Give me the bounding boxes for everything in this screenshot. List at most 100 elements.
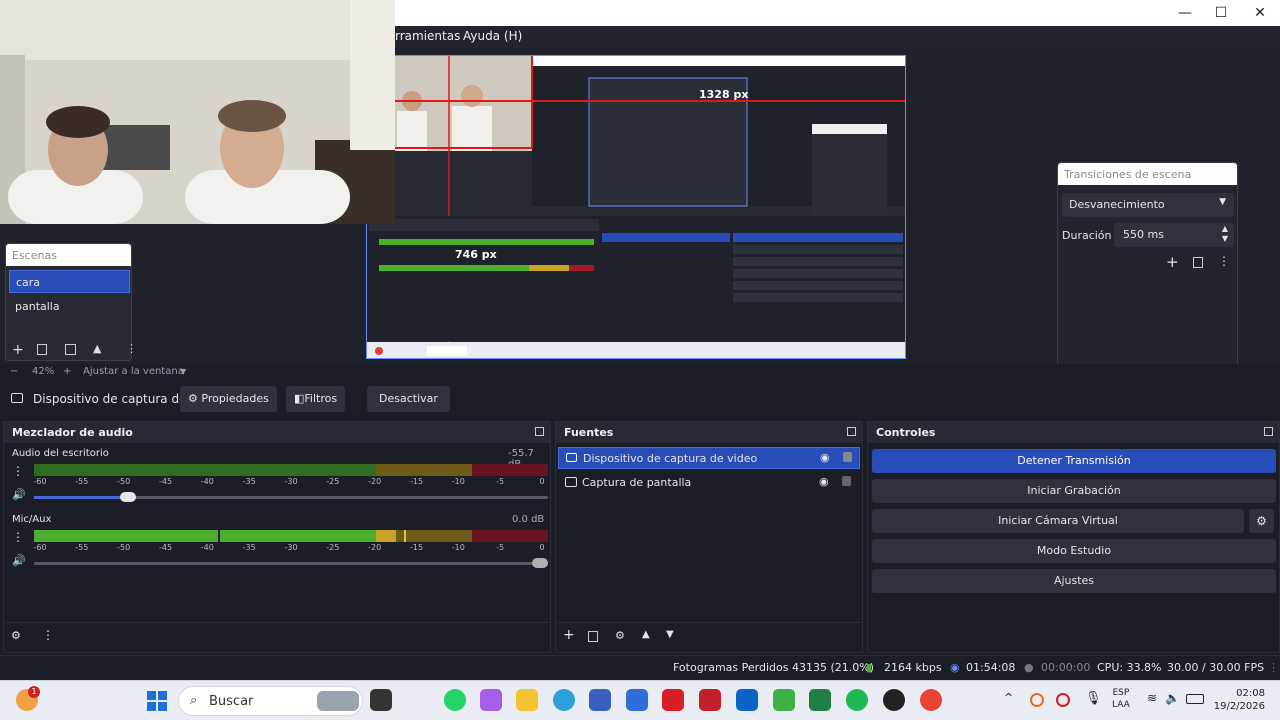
stepper-icon[interactable]: ▲ ▼ (1222, 224, 1228, 244)
mixer-menu-icon[interactable]: ⋮ (42, 628, 54, 642)
taskbar-search-box[interactable]: ⌕ Buscar (178, 686, 363, 716)
scene-item-pantalla[interactable]: pantalla (9, 295, 130, 318)
advanced-audio-icon[interactable]: ⚙ (11, 629, 21, 642)
undock-icon[interactable] (535, 427, 544, 436)
taskbar: 1 ⌕ Buscar ^ 🎙 ESP LAA ≋ 🔈 02:08 19/2/20… (0, 680, 1280, 720)
preview-canvas[interactable]: 1328 px 746 px (366, 55, 906, 359)
menu-help[interactable]: Ayuda (H) (463, 29, 522, 43)
outlook-icon[interactable] (736, 689, 758, 711)
audio-mixer-title: Mezclador de audio (4, 422, 550, 443)
settings-button[interactable]: Ajustes (872, 569, 1276, 593)
zoom-in-button[interactable]: + (63, 366, 71, 377)
tray-app2-icon[interactable] (1056, 693, 1070, 707)
app-icon[interactable] (589, 689, 611, 711)
volume-slider[interactable] (34, 492, 548, 502)
add-transition-icon[interactable]: + (1166, 253, 1179, 271)
edge-icon[interactable] (553, 689, 575, 711)
speaker-icon[interactable]: 🔊 (12, 488, 26, 501)
microphone-icon[interactable]: 🎙 (1085, 691, 1102, 706)
source-toolbar: Dispositivo de captura de v ⚙ Propiedade… (0, 381, 1280, 418)
deactivate-button[interactable]: Desactivar (367, 386, 450, 412)
meter-tick-label: -60 (33, 477, 47, 486)
task-view-icon[interactable] (370, 689, 392, 711)
obs-icon[interactable] (883, 689, 905, 711)
speaker-icon[interactable]: 🔊 (12, 554, 26, 567)
source-settings-gear-icon[interactable]: ⚙ (615, 629, 625, 642)
more-options-icon[interactable]: ⋮ (126, 342, 137, 355)
eye-icon[interactable]: ◉ (820, 451, 830, 464)
zoom-fit-select[interactable]: Ajustar a la ventana (83, 366, 184, 377)
volume-handle[interactable] (120, 492, 136, 502)
channel-name: Audio del escritorio (12, 448, 109, 459)
source-item-screen-capture[interactable]: Captura de pantalla ◉ (558, 472, 860, 494)
meter-tick-label: -55 (75, 543, 89, 552)
meter-tick-label: -10 (451, 477, 465, 486)
copilot-icon[interactable] (480, 689, 502, 711)
lock-icon[interactable] (843, 452, 852, 462)
close-button[interactable]: ✕ (1240, 2, 1280, 24)
move-up-icon[interactable]: ▲ (642, 629, 650, 640)
file-explorer-icon[interactable] (516, 689, 538, 711)
transition-type-select[interactable]: Desvanecimiento ▼ (1062, 193, 1234, 217)
zoom-out-button[interactable]: − (10, 366, 18, 377)
move-down-icon[interactable]: ▼ (666, 629, 674, 640)
scene-item-cara[interactable]: cara (9, 270, 130, 293)
status-bar: Fotogramas Perdidos 43135 (21.0%) ▮ 2164… (0, 655, 1280, 680)
tray-app-icon[interactable] (1030, 693, 1044, 707)
windows-start-icon[interactable] (147, 691, 167, 711)
channel-menu-icon[interactable]: ⋮ (12, 530, 24, 544)
camera-icon (566, 453, 577, 462)
filters-label: Filtros (304, 392, 338, 405)
undock-icon[interactable] (847, 427, 856, 436)
monitor-icon (565, 477, 577, 487)
properties-button[interactable]: ⚙ Propiedades (180, 386, 277, 412)
channel-db: 0.0 dB (512, 514, 545, 525)
tray-chevron-up-icon[interactable]: ^ (1004, 691, 1013, 704)
move-up-icon[interactable]: ▲ (93, 342, 101, 355)
chrome-icon[interactable] (920, 689, 942, 711)
remove-source-icon[interactable] (588, 631, 598, 642)
webcam-image (0, 0, 395, 224)
meter-tick-label: -45 (158, 477, 173, 486)
maximize-button[interactable]: ☐ (1201, 2, 1241, 24)
menu-tools[interactable]: rramientas (395, 29, 460, 43)
volume-slider[interactable] (34, 558, 548, 568)
remove-scene-icon[interactable] (37, 344, 47, 355)
add-scene-icon[interactable]: + (12, 342, 24, 358)
studio-mode-button[interactable]: Modo Estudio (872, 539, 1276, 563)
start-virtual-camera-button[interactable]: Iniciar Cámara Virtual (872, 509, 1244, 533)
excel-icon[interactable] (809, 689, 831, 711)
volume-handle[interactable] (532, 558, 548, 568)
undock-icon[interactable] (1264, 427, 1273, 436)
add-source-icon[interactable]: + (563, 627, 575, 643)
start-recording-button[interactable]: Iniciar Grabación (872, 479, 1276, 503)
eye-icon[interactable]: ◉ (819, 475, 829, 488)
cpu-usage: CPU: 33.8% (1097, 661, 1162, 674)
volume-icon[interactable]: 🔈 (1165, 691, 1180, 705)
virtual-camera-gear-icon[interactable]: ⚙ (1249, 509, 1274, 533)
app-green-icon[interactable] (773, 689, 795, 711)
channel-menu-icon[interactable]: ⋮ (12, 464, 24, 478)
minimize-button[interactable]: — (1165, 2, 1205, 24)
duration-input[interactable]: 550 ms ▲ ▼ (1114, 223, 1234, 247)
store-icon[interactable] (626, 689, 648, 711)
language-indicator[interactable]: ESP LAA (1112, 687, 1130, 711)
wifi-icon[interactable]: ≋ (1147, 691, 1157, 705)
app-red-icon[interactable] (662, 689, 684, 711)
mcafee-icon[interactable] (699, 689, 721, 711)
webcam-video (0, 0, 395, 224)
battery-icon[interactable] (1186, 694, 1204, 704)
stop-stream-button[interactable]: Detener Transmisión (872, 449, 1276, 473)
remove-transition-icon[interactable] (1193, 257, 1203, 268)
fps-counter: 30.00 / 30.00 FPS (1167, 661, 1265, 674)
whatsapp-icon[interactable] (444, 689, 466, 711)
clock[interactable]: 02:08 19/2/2026 (1210, 687, 1265, 713)
signal-icon: ▮ (866, 661, 873, 674)
source-item-video-capture[interactable]: Dispositivo de captura de video ◉ (558, 447, 860, 469)
filters-button[interactable]: ◧Filtros (286, 386, 346, 412)
zoom-chevron-down-icon[interactable]: ▼ (180, 367, 186, 376)
lock-icon[interactable] (842, 476, 851, 486)
filters-scene-icon[interactable] (65, 344, 76, 355)
transition-options-icon[interactable]: ⋮ (1218, 254, 1230, 268)
spotify-icon[interactable] (846, 689, 868, 711)
